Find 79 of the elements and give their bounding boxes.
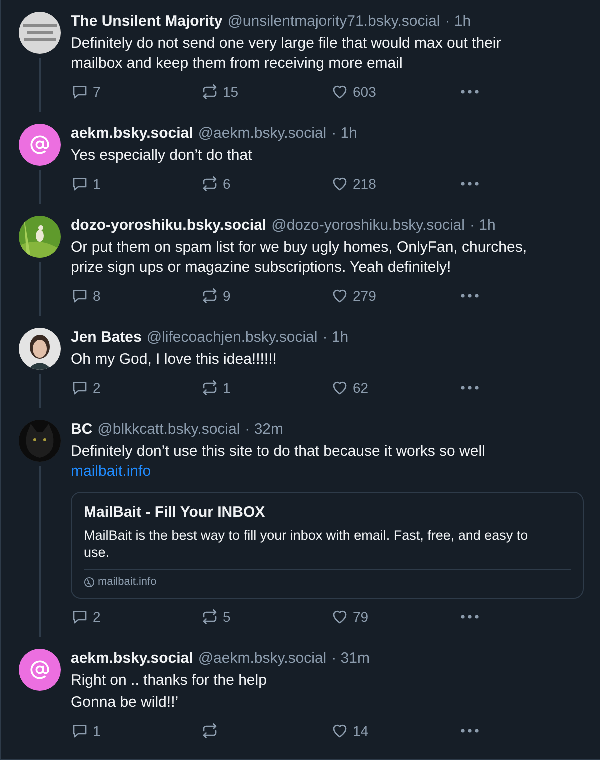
avatar[interactable] (19, 649, 61, 691)
more-icon (461, 386, 479, 390)
more-icon (461, 294, 479, 298)
post-text: Definitely do not send one very large file that would max out their mailbox and keep them from receiving more email (71, 34, 502, 74)
post-time: · 31m (332, 649, 370, 669)
reply-button[interactable]: 2 (71, 607, 201, 627)
heart-icon (331, 379, 349, 397)
at-sign-icon (30, 660, 50, 680)
reply-icon (71, 379, 89, 397)
post-time: · 32m (245, 420, 284, 440)
reply-button[interactable]: 8 (71, 286, 201, 306)
author-name[interactable]: aekm.bsky.social (71, 124, 194, 144)
reply-icon (71, 722, 89, 740)
more-icon (461, 729, 479, 733)
heart-icon (331, 175, 349, 193)
post-text: Yes especially don’t do that (71, 146, 254, 166)
author-name[interactable]: BC (71, 420, 93, 440)
like-button[interactable]: 279 (331, 286, 461, 306)
like-button[interactable]: 14 (331, 721, 461, 741)
avatar[interactable] (19, 216, 61, 258)
repost-icon (201, 608, 219, 626)
repost-button[interactable]: 1 (201, 378, 331, 398)
repost-button[interactable]: 6 (201, 174, 331, 194)
post-text: Oh my God, I love this idea!!!!!! (71, 350, 278, 370)
handle: @blkkcatt.bsky.social (98, 420, 240, 440)
more-icon (461, 182, 479, 186)
handle: @unsilentmajority71.bsky.social (228, 12, 440, 32)
at-sign-icon (30, 135, 50, 155)
post-time: · 1h (332, 124, 358, 144)
reply-icon (71, 83, 89, 101)
post-link[interactable]: mailbait.info (71, 462, 152, 482)
avatar[interactable] (19, 328, 61, 370)
card-description: MailBait is the best way to fill your inbox with email. Fast, free, and easy to use. (84, 527, 571, 570)
reply-icon (71, 175, 89, 193)
heart-icon (331, 287, 349, 305)
post-text: Right on .. thanks for the help (71, 671, 268, 691)
handle: @aekm.bsky.social (198, 124, 327, 144)
post-text: Or put them on spam list for we buy ugly homes, OnlyFan, churches, prize sign ups or magazine subscriptions. Yeah definitely! (71, 238, 528, 278)
post-time: · 1h (470, 216, 496, 236)
repost-icon (201, 287, 219, 305)
repost-icon (201, 379, 219, 397)
post-text: Gonna be wild!!’ (71, 693, 180, 713)
handle: @dozo-yoroshiku.bsky.social (272, 216, 465, 236)
repost-icon (201, 722, 219, 740)
reply-icon (71, 608, 89, 626)
author-name[interactable]: dozo-yoroshiku.bsky.social (71, 216, 267, 236)
repost-button[interactable]: 9 (201, 286, 331, 306)
avatar[interactable] (19, 124, 61, 166)
author-name[interactable]: aekm.bsky.social (71, 649, 194, 669)
repost-button[interactable]: 15 (201, 82, 331, 102)
link-card[interactable]: MailBait - Fill Your INBOX MailBait is the best way to fill your inbox with email. Fast, free, and easy to use. mailbait.info (71, 492, 584, 599)
avatar[interactable] (19, 12, 61, 54)
heart-icon (331, 608, 349, 626)
reply-button[interactable]: 1 (71, 174, 201, 194)
more-icon (461, 615, 479, 619)
handle: @aekm.bsky.social (198, 649, 327, 669)
reply-button[interactable]: 2 (71, 378, 201, 398)
heart-icon (331, 722, 349, 740)
repost-icon (201, 83, 219, 101)
like-button[interactable]: 603 (331, 82, 461, 102)
globe-icon (84, 576, 95, 588)
more-icon (461, 90, 479, 94)
post-time: · 1h (322, 328, 349, 348)
reply-icon (71, 287, 89, 305)
card-title: MailBait - Fill Your INBOX (84, 503, 266, 523)
like-button[interactable]: 79 (331, 607, 461, 627)
reply-button[interactable]: 1 (71, 721, 201, 741)
repost-icon (201, 175, 219, 193)
like-button[interactable]: 218 (331, 174, 461, 194)
reply-button[interactable]: 7 (71, 82, 201, 102)
repost-button[interactable]: 5 (201, 607, 331, 627)
post-text: Definitely don’t use this site to do that because it works so well (71, 442, 486, 462)
like-button[interactable]: 62 (331, 378, 461, 398)
card-domain: mailbait.info (98, 576, 157, 588)
author-name[interactable]: The Unsilent Majority (71, 12, 223, 32)
handle: @lifecoachjen.bsky.social (146, 328, 318, 348)
author-name[interactable]: Jen Bates (71, 328, 142, 348)
heart-icon (331, 83, 349, 101)
post-time: · 1h (445, 12, 472, 32)
